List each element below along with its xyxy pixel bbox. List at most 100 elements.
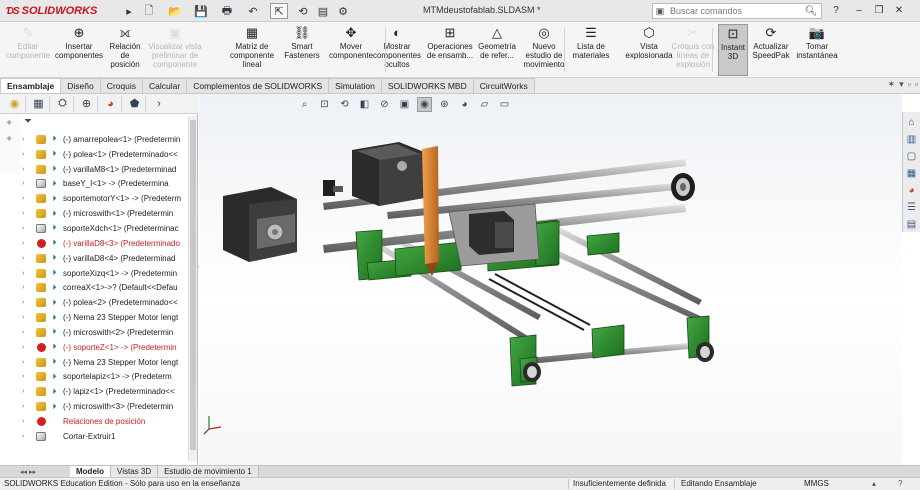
search-input[interactable]: Buscar comandos [667, 6, 801, 16]
stepper-motor-left[interactable] [223, 187, 297, 262]
tab-first-icon[interactable]: ◂◂ [20, 468, 27, 476]
custom-properties-icon[interactable]: ☰ [905, 200, 919, 215]
ribbon-button-show-hidden[interactable]: ◐ Mostrar componentes ocultos [372, 24, 422, 76]
rebuild-icon[interactable]: ⟲ [294, 3, 312, 19]
tree-item[interactable]: › ⏵ (-) Nema 23 Stepper Motor lengt [22, 355, 188, 370]
view-orientation-icon[interactable]: ▣ [397, 97, 412, 112]
tab-icon-b[interactable]: ▾ [899, 79, 904, 90]
expand-arrow-icon[interactable]: › [22, 151, 34, 158]
expand-arrow-icon[interactable]: › [22, 344, 34, 351]
dimxpert-tab-icon[interactable]: ⊕ [76, 95, 98, 112]
hide-show-items-icon[interactable]: ⊛ [437, 97, 452, 112]
tab-icon-d[interactable]: ▫ [915, 79, 918, 90]
expand-arrow-icon[interactable]: › [22, 418, 34, 425]
tree-item[interactable]: › ⏵ (-) Nema 23 Stepper Motor lengt [22, 310, 188, 325]
stepper-motor-top[interactable] [352, 142, 424, 206]
ribbon-button-snapshot[interactable]: 📷 Tomar instantánea [794, 24, 840, 76]
save-icon[interactable]: 💾 [192, 3, 210, 19]
tree-item[interactable]: › ⏵ baseY_I<1> -> (Predetermina [22, 177, 188, 192]
expand-arrow-icon[interactable]: › [22, 195, 34, 202]
configuration-manager-tab-icon[interactable]: ⛭ [52, 95, 74, 112]
tab-solidworks-mbd[interactable]: SOLIDWORKS MBD [380, 78, 474, 93]
pin-icon[interactable]: ✦ [5, 118, 13, 129]
expand-arrow-icon[interactable]: › [22, 255, 34, 262]
expand-arrow-icon[interactable]: › [22, 329, 34, 336]
ribbon-button-insert-components[interactable]: ⊕ Insertar componentes [55, 24, 103, 76]
expand-arrow-icon[interactable]: › [22, 299, 34, 306]
ribbon-button-smart-fasteners[interactable]: ⛓ Smart Fasteners [283, 24, 321, 76]
expand-menu-icon[interactable]: ▸ [120, 3, 138, 19]
tab-icon-a[interactable]: ✶ [888, 79, 896, 90]
tab-icon-c[interactable]: ▫ [908, 79, 911, 90]
tree-item[interactable]: › ⏵ (-) varillaD8<4> (Predeterminad [22, 251, 188, 266]
ribbon-button-preview-component[interactable]: ▣ Visualizar vista preliminar de componen… [143, 24, 207, 76]
bottom-tab-estudio-de-movimiento-1[interactable]: Estudio de movimiento 1 [158, 466, 259, 477]
ribbon-button-exploded-view[interactable]: ⬡ Vista explosionada [625, 24, 672, 76]
expand-arrow-icon[interactable]: › [22, 284, 34, 291]
expand-arrow-icon[interactable]: › [22, 359, 34, 366]
search-icon[interactable]: 🔍︎ [801, 6, 821, 17]
display-manager-tab-icon[interactable]: ◕ [100, 95, 122, 112]
status-help-icon[interactable]: ? [898, 478, 902, 490]
dynamic-annotation-icon[interactable]: ⊘ [377, 97, 392, 112]
expand-arrow-icon[interactable]: › [22, 373, 34, 380]
minimize-icon[interactable]: – [852, 3, 866, 17]
expand-arrow-icon[interactable]: › [22, 166, 34, 173]
tree-item[interactable]: › ⏵ (-) microswith<2> (Predetermin [22, 325, 188, 340]
tree-item[interactable]: › ⏵ correaX<1>->? (Default<<Defau [22, 280, 188, 295]
expand-arrow-icon[interactable]: › [22, 314, 34, 321]
file-explorer-icon[interactable]: ▢ [905, 149, 919, 164]
tree-item[interactable]: › Cortar-Extruir1 [22, 429, 188, 444]
expand-arrow-icon[interactable]: › [22, 433, 34, 440]
expand-arrow-icon[interactable]: › [22, 180, 34, 187]
zoom-area-icon[interactable]: ⊡ [317, 97, 332, 112]
tree-item[interactable]: › ⏵ (-) amarrepolea<1> (Predetermin [22, 132, 188, 147]
expand-arrow-icon[interactable]: › [22, 136, 34, 143]
units-system[interactable]: MMGS [804, 478, 829, 490]
expand-arrow-icon[interactable]: › [22, 388, 34, 395]
expand-arrow-icon[interactable]: › [22, 240, 34, 247]
ribbon-button-linear-pattern[interactable]: ▦ Matriz de componente lineal [221, 24, 283, 76]
expand-arrow-icon[interactable]: › [22, 403, 34, 410]
ribbon-button-mate[interactable]: ⟗ Relación de posición [106, 24, 144, 76]
cam-tab-icon[interactable]: ⬟ [124, 95, 146, 112]
section-view-icon[interactable]: ◧ [357, 97, 372, 112]
tree-item[interactable]: › ⏵ (-) polea<2> (Predeterminado<< [22, 295, 188, 310]
assembly-model[interactable] [199, 94, 902, 465]
tree-item[interactable]: › Relaciones de posición [22, 414, 188, 429]
ribbon-button-motion-study[interactable]: ◎ Nuevo estudio de movimiento [520, 24, 568, 76]
tree-item[interactable]: › ⏵ (-) varillaD8<3> (Predeterminado [22, 236, 188, 251]
tree-item[interactable]: › ⏵ (-) lapiz<1> (Predeterminado<< [22, 384, 188, 399]
expand-arrow-icon[interactable]: › [22, 210, 34, 217]
solidworks-logo[interactable]: ƊS SOLIDWORKS [6, 3, 97, 19]
ribbon-button-speedpak[interactable]: ⟳ Actualizar SpeedPak [752, 24, 790, 76]
tree-item[interactable]: › ⏵ (-) soporteZ<1> -> (Predetermin [22, 340, 188, 355]
view-palette-icon[interactable]: ▦ [905, 166, 919, 181]
view-settings-icon[interactable]: ▭ [497, 97, 512, 112]
open-icon[interactable]: 📂 [166, 3, 184, 19]
microswitch[interactable] [323, 180, 343, 196]
apply-scene-icon[interactable]: ▱ [477, 97, 492, 112]
tab-calcular[interactable]: Calcular [142, 78, 188, 93]
tree-item[interactable]: › ⏵ soporteXdch<1> (Predeterminac [22, 221, 188, 236]
search-commands[interactable]: ▣ Buscar comandos 🔍︎ [652, 3, 822, 19]
options-gear-icon[interactable]: ⚙ [334, 3, 352, 19]
panel-expand-icon[interactable]: › [148, 96, 170, 112]
expand-arrow-icon[interactable]: › [22, 225, 34, 232]
tree-item[interactable]: › ⏵ soporteXizq<1> -> (Predetermin [22, 266, 188, 281]
tab-ensamblaje[interactable]: Ensamblaje [0, 78, 62, 93]
resources-home-icon[interactable]: ⌂ [905, 115, 919, 130]
design-library-icon[interactable]: ▥ [905, 132, 919, 147]
tab-last-icon[interactable]: ▸▸ [29, 468, 36, 476]
ribbon-button-assembly-features[interactable]: ⊞ Operaciones de ensamb... [424, 24, 476, 76]
tree-scrollbar[interactable] [188, 116, 197, 461]
edit-appearance-icon[interactable]: ◕ [457, 97, 472, 112]
select-icon[interactable]: ⇱ [270, 3, 288, 19]
feature-manager-tab-icon[interactable]: ◉ [4, 95, 26, 112]
zoom-to-fit-icon[interactable]: ⌕ [297, 97, 312, 112]
restore-icon[interactable]: ❐ [872, 3, 886, 17]
tab-circuitworks[interactable]: CircuitWorks [472, 78, 535, 93]
ribbon-button-explode-line-sketch[interactable]: ✂ Croquis con líneas de explosión [671, 24, 715, 76]
tree-scroll-thumb[interactable] [190, 120, 196, 450]
close-icon[interactable]: ✕ [892, 3, 906, 17]
